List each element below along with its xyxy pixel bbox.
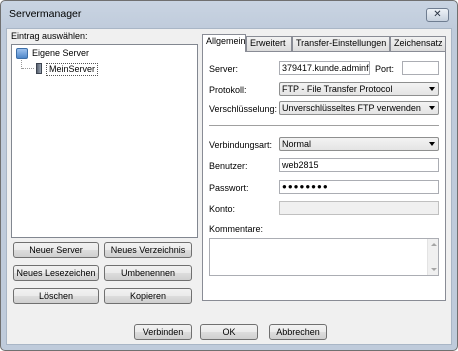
- password-input[interactable]: ●●●●●●●●: [279, 180, 439, 194]
- encryption-select[interactable]: Unverschlüsseltes FTP verwenden: [279, 101, 439, 115]
- window-title: Servermanager: [9, 8, 82, 20]
- copy-button[interactable]: Kopieren: [104, 288, 192, 304]
- protocol-select[interactable]: FTP - File Transfer Protocol: [279, 82, 439, 96]
- scroll-down-icon[interactable]: [431, 268, 437, 271]
- scroll-up-icon[interactable]: [431, 243, 437, 246]
- account-label: Konto:: [209, 204, 236, 214]
- logon-type-selected-value: Normal: [282, 139, 312, 149]
- ok-button[interactable]: OK: [200, 324, 258, 340]
- port-label: Port:: [375, 64, 395, 74]
- rename-button[interactable]: Umbenennen: [104, 265, 192, 281]
- new-bookmark-button[interactable]: Neues Lesezeichen: [13, 265, 99, 281]
- comments-label: Kommentare:: [209, 224, 264, 234]
- general-tab-panel: Server: 379417.kunde.adminfl Port: Proto…: [202, 51, 446, 301]
- tab-erweitert[interactable]: Erweitert: [246, 36, 292, 51]
- user-input[interactable]: web2815: [279, 158, 439, 172]
- tab-zeichensatz[interactable]: Zeichensatz: [390, 36, 446, 51]
- chevron-down-icon: [429, 87, 435, 91]
- dialog-body: Eintrag auswählen: Eigene Server MeinSer…: [6, 28, 452, 345]
- protocol-label: Protokoll:: [209, 85, 247, 95]
- folder-icon: [16, 48, 28, 59]
- cancel-button[interactable]: Abbrechen: [269, 324, 327, 340]
- close-button[interactable]: ✕: [426, 8, 449, 22]
- protocol-selected-value: FTP - File Transfer Protocol: [282, 84, 393, 94]
- comments-scrollbar[interactable]: [427, 239, 438, 275]
- tree-connector: [22, 68, 34, 69]
- password-label: Passwort:: [209, 183, 249, 193]
- tree-item-meinserver[interactable]: MeinServer: [46, 63, 99, 76]
- close-icon: ✕: [433, 9, 442, 20]
- server-label: Server:: [209, 64, 239, 74]
- comments-textarea[interactable]: [209, 238, 439, 276]
- server-tree[interactable]: Eigene Server MeinServer: [11, 44, 198, 238]
- chevron-down-icon: [429, 142, 435, 146]
- server-icon: [36, 63, 42, 74]
- port-input[interactable]: [402, 61, 439, 75]
- servermanager-window: Servermanager ✕ Eintrag auswählen: Eigen…: [0, 0, 458, 351]
- chevron-down-icon: [429, 106, 435, 110]
- connect-button[interactable]: Verbinden: [134, 324, 192, 340]
- divider: [209, 125, 439, 127]
- encryption-selected-value: Unverschlüsseltes FTP verwenden: [282, 103, 421, 113]
- server-input[interactable]: 379417.kunde.adminfl: [279, 61, 370, 75]
- logon-type-select[interactable]: Normal: [279, 137, 439, 151]
- tab-transfer-einstellungen[interactable]: Transfer-Einstellungen: [292, 36, 390, 51]
- logon-type-label: Verbindungsart:: [209, 140, 273, 150]
- tree-item-eigene-server[interactable]: Eigene Server: [32, 48, 89, 58]
- delete-button[interactable]: Löschen: [13, 288, 99, 304]
- tab-allgemein[interactable]: Allgemein: [202, 34, 246, 52]
- select-entry-label: Eintrag auswählen:: [11, 31, 88, 41]
- new-folder-button[interactable]: Neues Verzeichnis: [104, 242, 192, 258]
- new-server-button[interactable]: Neuer Server: [13, 242, 99, 258]
- encryption-label: Verschlüsselung:: [209, 104, 278, 114]
- account-input: [279, 201, 439, 215]
- user-label: Benutzer:: [209, 161, 248, 171]
